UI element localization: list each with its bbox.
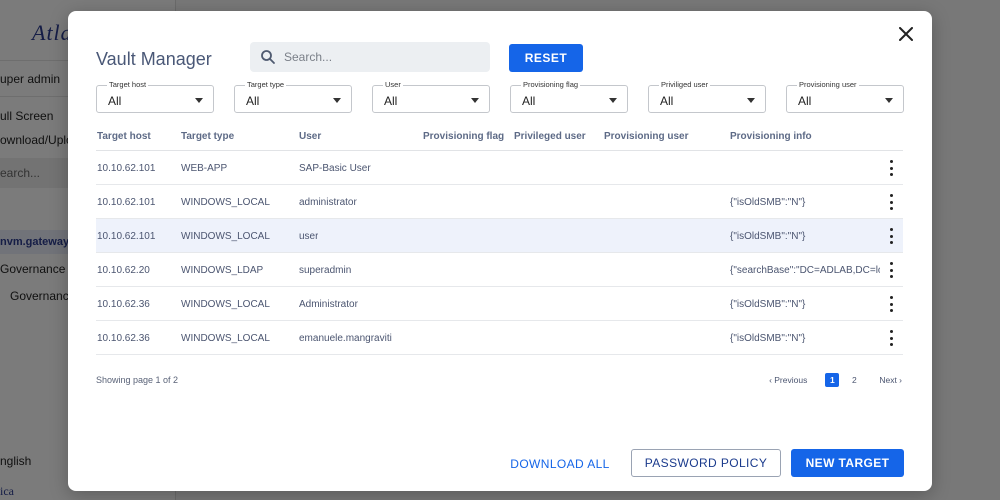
- table-row[interactable]: 10.10.62.36 WINDOWS_LOCAL emanuele.mangr…: [96, 321, 903, 355]
- filter-value: All: [384, 94, 398, 108]
- filter-target-host[interactable]: Target host All: [96, 80, 214, 113]
- filter-privileged-user[interactable]: Priviliged user All: [648, 80, 766, 113]
- more-options-icon[interactable]: [885, 262, 897, 278]
- pagination: ‹ Previous 1 2 Next ›: [769, 373, 902, 387]
- chevron-down-icon: [747, 98, 755, 103]
- more-options-icon[interactable]: [885, 296, 897, 312]
- cell-provisioning-info: {"isOldSMB":"N"}: [730, 299, 806, 310]
- cell-provisioning-info: {"isOldSMB":"N"}: [730, 197, 806, 208]
- filter-label: Target type: [245, 80, 287, 89]
- table-row-selected[interactable]: 10.10.62.101 WINDOWS_LOCAL user {"isOldS…: [96, 219, 903, 253]
- table-row[interactable]: 10.10.62.20 WINDOWS_LDAP superadmin {"se…: [96, 253, 903, 287]
- table-row[interactable]: 10.10.62.101 WEB-APP SAP-Basic User: [96, 151, 903, 185]
- cell-target-host: 10.10.62.36: [97, 299, 150, 310]
- chevron-down-icon: [333, 98, 341, 103]
- filter-provisioning-user[interactable]: Provisioning user All: [786, 80, 904, 113]
- cell-target-type: WINDOWS_LOCAL: [181, 197, 270, 208]
- page-1-button[interactable]: 1: [825, 373, 840, 387]
- cell-provisioning-info: {"searchBase":"DC=ADLAB,DC=lo...: [730, 265, 880, 276]
- download-all-button[interactable]: DOWNLOAD ALL: [500, 450, 620, 478]
- next-page-link[interactable]: Next ›: [879, 375, 902, 385]
- column-header-privileged-user[interactable]: Privileged user: [514, 131, 586, 142]
- more-options-icon[interactable]: [885, 228, 897, 244]
- filter-label: User: [383, 80, 403, 89]
- filter-label: Target host: [107, 80, 149, 89]
- page-2-button[interactable]: 2: [847, 373, 861, 387]
- filter-label: Provisioning flag: [521, 80, 581, 89]
- filter-value: All: [660, 94, 674, 108]
- column-header-provisioning-flag[interactable]: Provisioning flag: [423, 131, 504, 142]
- password-policy-button[interactable]: PASSWORD POLICY: [631, 449, 781, 477]
- cell-provisioning-info: {"isOldSMB":"N"}: [730, 231, 806, 242]
- previous-page-link[interactable]: ‹ Previous: [769, 375, 807, 385]
- cell-target-host: 10.10.62.36: [97, 333, 150, 344]
- chevron-down-icon: [195, 98, 203, 103]
- cell-user: user: [299, 231, 319, 242]
- modal-title: Vault Manager: [96, 49, 212, 69]
- search-input[interactable]: [284, 42, 484, 72]
- column-header-provisioning-user[interactable]: Provisioning user: [604, 131, 688, 142]
- more-options-icon[interactable]: [885, 194, 897, 210]
- column-header-user[interactable]: User: [299, 131, 321, 142]
- filter-target-type[interactable]: Target type All: [234, 80, 352, 113]
- cell-target-type: WINDOWS_LOCAL: [181, 299, 270, 310]
- cell-target-host: 10.10.62.20: [97, 265, 150, 276]
- cell-provisioning-info: {"isOldSMB":"N"}: [730, 333, 806, 344]
- search-box: [250, 42, 490, 72]
- filter-label: Priviliged user: [659, 80, 711, 89]
- filter-value: All: [522, 94, 536, 108]
- filter-value: All: [108, 94, 122, 108]
- targets-table: Target host Target type User Provisionin…: [96, 125, 903, 355]
- cell-target-host: 10.10.62.101: [97, 197, 156, 208]
- chevron-down-icon: [609, 98, 617, 103]
- table-row[interactable]: 10.10.62.36 WINDOWS_LOCAL Administrator …: [96, 287, 903, 321]
- close-icon[interactable]: [896, 25, 916, 45]
- cell-target-type: WINDOWS_LDAP: [181, 265, 264, 276]
- column-header-target-host[interactable]: Target host: [97, 131, 151, 142]
- cell-target-host: 10.10.62.101: [97, 231, 156, 242]
- cell-target-type: WINDOWS_LOCAL: [181, 333, 270, 344]
- column-header-provisioning-info[interactable]: Provisioning info: [730, 131, 880, 142]
- filter-label: Provisioning user: [797, 80, 859, 89]
- cell-user: SAP-Basic User: [299, 163, 371, 174]
- vault-manager-modal: Vault Manager RESET Target host All Targ…: [68, 11, 932, 491]
- pagination-status: Showing page 1 of 2: [96, 375, 179, 385]
- column-header-target-type[interactable]: Target type: [181, 131, 234, 142]
- filter-value: All: [798, 94, 812, 108]
- cell-target-host: 10.10.62.101: [97, 163, 156, 174]
- reset-button[interactable]: RESET: [509, 44, 583, 72]
- cell-user: Administrator: [299, 299, 358, 310]
- table-row[interactable]: 10.10.62.101 WINDOWS_LOCAL administrator…: [96, 185, 903, 219]
- chevron-down-icon: [885, 98, 893, 103]
- more-options-icon[interactable]: [885, 160, 897, 176]
- cell-target-type: WEB-APP: [181, 163, 228, 174]
- filter-provisioning-flag[interactable]: Provisioning flag All: [510, 80, 628, 113]
- table-header: Target host Target type User Provisionin…: [96, 125, 903, 151]
- cell-user: emanuele.mangraviti: [299, 333, 392, 344]
- search-icon: [261, 50, 275, 64]
- cell-target-type: WINDOWS_LOCAL: [181, 231, 270, 242]
- cell-user: administrator: [299, 197, 357, 208]
- more-options-icon[interactable]: [885, 330, 897, 346]
- new-target-button[interactable]: NEW TARGET: [791, 449, 904, 477]
- filter-value: All: [246, 94, 260, 108]
- filter-user[interactable]: User All: [372, 80, 490, 113]
- chevron-down-icon: [471, 98, 479, 103]
- cell-user: superadmin: [299, 265, 352, 276]
